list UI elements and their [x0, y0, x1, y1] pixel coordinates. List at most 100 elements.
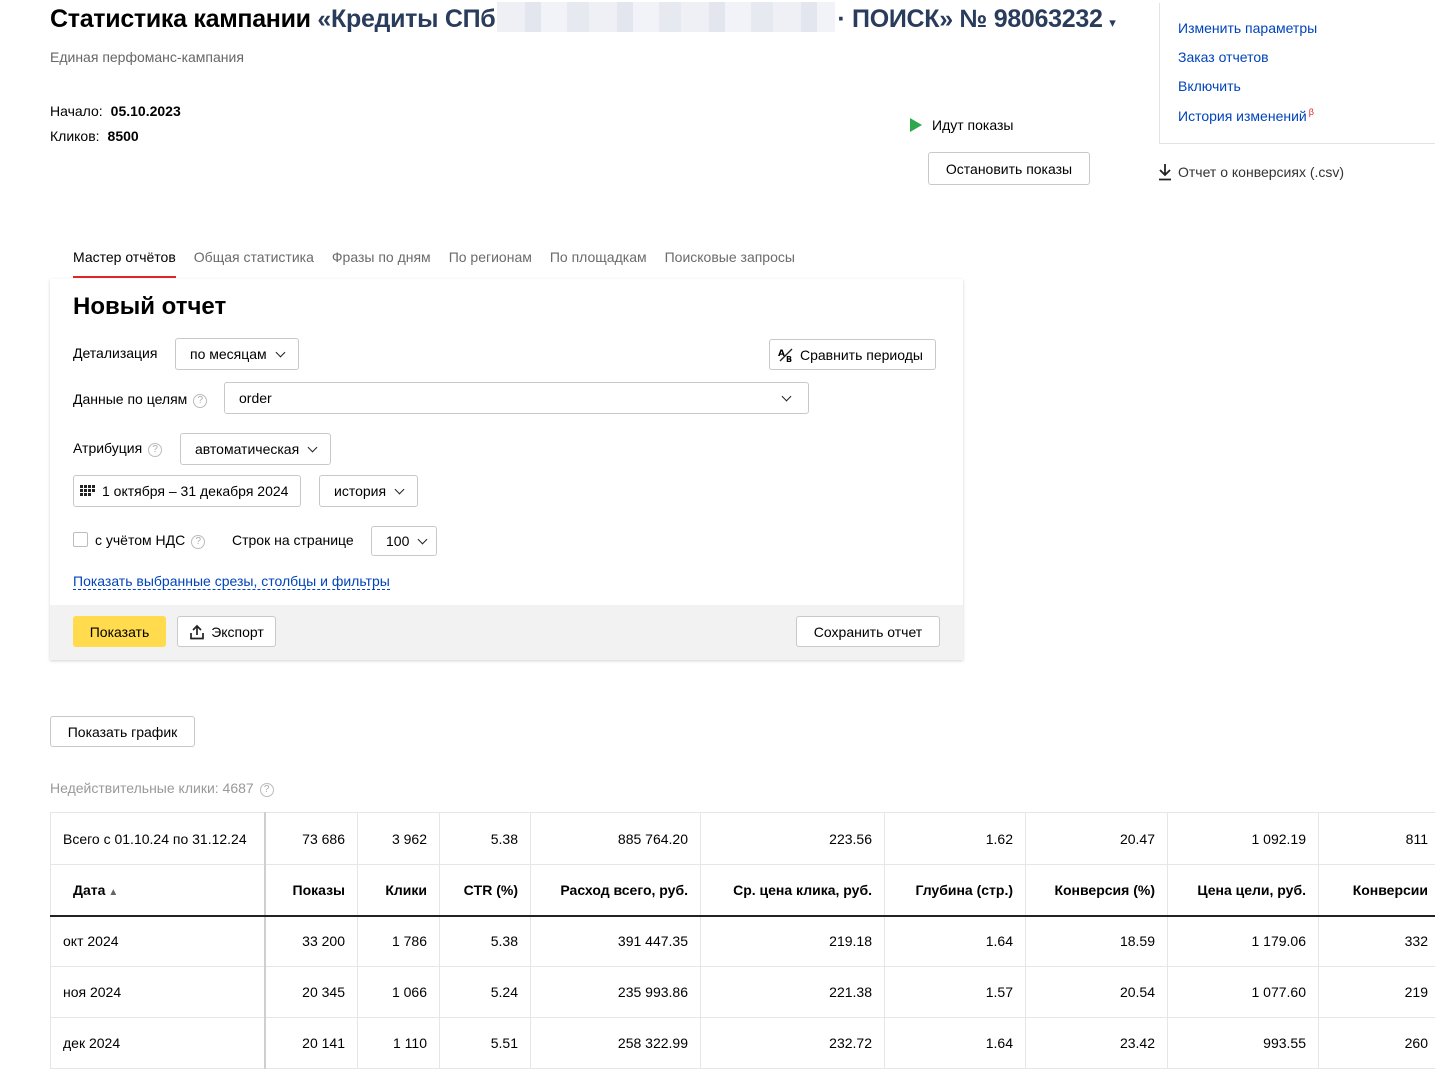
table-cell: 332	[1318, 915, 1435, 967]
save-report-button[interactable]: Сохранить отчет	[796, 616, 940, 647]
table-cell: 993.55	[1167, 1017, 1319, 1069]
table-cell: 221.38	[700, 966, 885, 1018]
goals-value: order	[239, 390, 272, 406]
report-title: Новый отчет	[73, 293, 227, 320]
rows-per-page-select[interactable]: 100	[371, 526, 438, 556]
table-cell: 1 066	[357, 966, 440, 1018]
column-header[interactable]: Расход всего, руб.	[530, 864, 701, 917]
total-cell: 223.56	[700, 812, 885, 865]
column-header[interactable]: Ср. цена клика, руб.	[700, 864, 885, 917]
history-link[interactable]: История изменений β	[1178, 107, 1314, 124]
tab-by-placement[interactable]: По площадкам	[550, 249, 647, 278]
stop-impressions-button[interactable]: Остановить показы	[928, 152, 1090, 185]
goals-label-text: Данные по целям	[73, 391, 188, 407]
date-range-picker[interactable]: 1 октября – 31 декабря 2024	[73, 475, 302, 507]
column-header[interactable]: Глубина (стр.)	[884, 864, 1026, 917]
chevron-down-icon	[307, 442, 318, 452]
goals-label: Данные по целям?	[73, 391, 208, 408]
campaign-dropdown-icon[interactable]: ▾	[1109, 15, 1116, 30]
chevron-down-icon	[417, 534, 428, 544]
order-reports-link[interactable]: Заказ отчетов	[1178, 49, 1269, 65]
table-cell: 20.54	[1025, 966, 1168, 1018]
table-cell: 5.38	[439, 915, 531, 967]
attribution-select[interactable]: автоматическая	[180, 433, 332, 465]
compare-periods-button[interactable]: AB Сравнить периоды	[769, 339, 936, 370]
history-label: История изменений	[1178, 108, 1307, 124]
status: Идут показы	[910, 117, 1013, 133]
table-cell: окт 2024	[50, 915, 266, 967]
tab-search-queries[interactable]: Поисковые запросы	[665, 249, 795, 278]
goals-select[interactable]: order	[224, 382, 809, 414]
campaign-actions: Изменить параметры Заказ отчетов Включит…	[1159, 3, 1435, 144]
enable-link[interactable]: Включить	[1178, 78, 1241, 94]
report-form: Новый отчет Детализация по месяцам AB Ср…	[50, 279, 963, 660]
column-header[interactable]: CTR (%)	[439, 864, 531, 917]
tab-report-wizard[interactable]: Мастер отчётов	[73, 249, 176, 278]
tab-phrases-by-day[interactable]: Фразы по дням	[332, 249, 431, 278]
calendar-icon	[80, 485, 95, 496]
download-icon	[1159, 164, 1171, 181]
clicks-label: Кликов:	[50, 128, 100, 144]
table-cell: дек 2024	[50, 1017, 266, 1069]
edit-params-link[interactable]: Изменить параметры	[1178, 20, 1317, 36]
tab-by-region[interactable]: По регионам	[449, 249, 532, 278]
column-header[interactable]: Показы	[264, 864, 358, 917]
attribution-value: автоматическая	[195, 441, 300, 457]
help-icon[interactable]: ?	[193, 394, 208, 408]
total-cell: 20.47	[1025, 812, 1168, 865]
report-footer: Показать Экспорт Сохранить отчет	[50, 605, 963, 660]
export-label: Экспорт	[211, 623, 264, 640]
vat-label: с учётом НДС?	[95, 532, 206, 549]
help-icon[interactable]: ?	[148, 443, 163, 457]
help-icon[interactable]: ?	[259, 783, 274, 797]
column-header[interactable]: Клики	[357, 864, 440, 917]
page-title: Статистика кампании «Кредиты СПб · ПОИСК»…	[50, 2, 1116, 34]
detail-select[interactable]: по месяцам	[175, 338, 299, 370]
show-report-button[interactable]: Показать	[73, 616, 166, 647]
table-cell: 219	[1318, 966, 1435, 1018]
total-cell: 5.38	[439, 812, 531, 865]
compare-ab-icon: AB	[778, 348, 793, 363]
csv-label: Отчет о конверсиях (.csv)	[1178, 164, 1345, 180]
report-tabs: Мастер отчётов Общая статистика Фразы по…	[73, 249, 795, 278]
table-cell: 23.42	[1025, 1017, 1168, 1069]
start-label: Начало:	[50, 103, 103, 119]
start-date: Начало: 05.10.2023	[50, 103, 181, 119]
sort-asc-icon: ▲	[108, 886, 119, 898]
campaign-type: Единая перфоманс-кампания	[50, 49, 244, 65]
total-cell: Всего с 01.10.24 по 31.12.24	[50, 812, 266, 865]
table-cell: 232.72	[700, 1017, 885, 1069]
invalid-clicks: Недействительные клики: 4687?	[50, 780, 274, 797]
period-preset-select[interactable]: история	[319, 475, 419, 507]
table-cell: 235 993.86	[530, 966, 701, 1018]
campaign-name[interactable]: «Кредиты СПб · ПОИСК» № 98063232 ▾	[317, 2, 1116, 33]
table-cell: 20 141	[264, 1017, 358, 1069]
export-button[interactable]: Экспорт	[177, 616, 276, 647]
rows-per-page-value: 100	[386, 533, 410, 549]
help-icon[interactable]: ?	[191, 535, 206, 549]
attribution-label: Атрибуция?	[73, 440, 163, 457]
tab-general-stats[interactable]: Общая статистика	[194, 249, 314, 278]
title-prefix: Статистика кампании	[50, 5, 311, 33]
column-header-date[interactable]: Дата ▲	[50, 864, 266, 917]
stats-table: Всего с 01.10.24 по 31.12.24 73 686 3 96…	[50, 812, 1435, 1069]
table-row: дек 2024 20 141 1 110 5.51 258 322.99 23…	[50, 1017, 1435, 1069]
show-filters-link[interactable]: Показать выбранные срезы, столбцы и филь…	[73, 573, 390, 590]
column-header[interactable]: Цена цели, руб.	[1167, 864, 1319, 917]
play-icon	[910, 118, 922, 132]
rows-per-page-label: Строк на странице	[232, 532, 354, 548]
vat-checkbox[interactable]	[73, 532, 88, 547]
chevron-down-icon	[394, 484, 405, 494]
table-cell: 1 786	[357, 915, 440, 967]
column-header[interactable]: Конверсия (%)	[1025, 864, 1168, 917]
total-cell: 1.62	[884, 812, 1026, 865]
svg-text:B: B	[786, 355, 792, 363]
chevron-down-icon	[275, 347, 286, 357]
conversions-csv-link[interactable]: Отчет о конверсиях (.csv)	[1158, 163, 1344, 181]
total-cell: 73 686	[264, 812, 358, 865]
show-chart-button[interactable]: Показать график	[50, 716, 195, 747]
table-row: ноя 2024 20 345 1 066 5.24 235 993.86 22…	[50, 966, 1435, 1018]
table-cell: 1 077.60	[1167, 966, 1319, 1018]
column-header[interactable]: Конверсии	[1318, 864, 1435, 917]
invalid-clicks-text: Недействительные клики: 4687	[50, 780, 254, 796]
